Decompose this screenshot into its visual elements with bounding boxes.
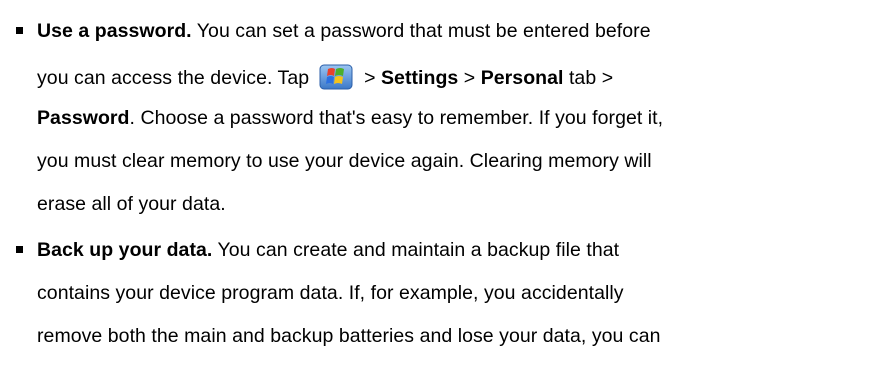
text-line: erase all of your data.: [37, 193, 226, 215]
text-span: erase all of your data.: [37, 193, 226, 215]
text-line: contains your device program data. If, f…: [37, 282, 624, 304]
text-span: You can create and maintain a backup fil…: [217, 239, 620, 261]
text-span: >: [364, 67, 376, 89]
text-line: Password. Choose a password that's easy …: [37, 107, 663, 129]
item-title: Use a password.: [37, 20, 192, 42]
bullet-square-icon: [16, 27, 23, 34]
document-page: Use a password. You can set a password t…: [0, 0, 879, 370]
text-line: you can access the device. Tap > Setting…: [37, 64, 613, 90]
text-span: you can access the device. Tap: [37, 67, 310, 89]
text-line: Back up your data. You can create and ma…: [37, 239, 619, 261]
windows-start-flag-icon: [319, 64, 353, 90]
text-line: remove both the main and backup batterie…: [37, 325, 661, 347]
text-span: remove both the main and backup batterie…: [37, 325, 661, 347]
text-span: tab >: [568, 67, 614, 89]
text-span: >: [463, 67, 476, 89]
password-label: Password: [37, 107, 130, 129]
settings-label: Settings: [381, 67, 459, 89]
text-line: Use a password. You can set a password t…: [37, 20, 651, 42]
text-span: You can set a password that must be ente…: [196, 20, 651, 42]
text-span: . Choose a password that's easy to remem…: [129, 107, 664, 129]
text-span: you must clear memory to use your device…: [37, 150, 652, 172]
text-span: contains your device program data. If, f…: [37, 282, 624, 304]
item-title: Back up your data.: [37, 239, 213, 261]
personal-label: Personal: [480, 67, 564, 89]
text-line: you must clear memory to use your device…: [37, 150, 652, 172]
bullet-square-icon: [16, 246, 23, 253]
